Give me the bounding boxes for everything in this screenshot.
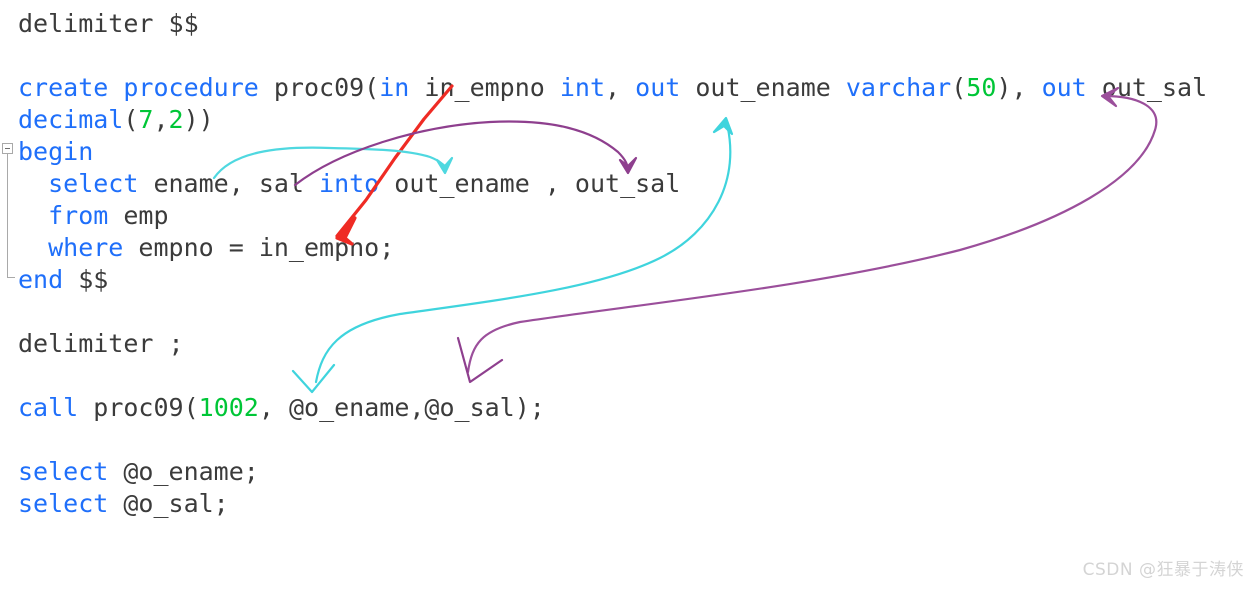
- code-token: ,: [153, 105, 169, 134]
- code-token: ename, sal: [138, 169, 320, 198]
- code-token: ),: [996, 73, 1042, 102]
- code-token: varchar: [845, 73, 952, 102]
- fold-stem-line: [7, 154, 8, 278]
- code-line[interactable]: decimal(7,2)): [18, 104, 214, 136]
- code-token: in_empno: [409, 73, 560, 102]
- code-screenshot: delimiter $$ create procedure proc09(in i…: [0, 0, 1258, 594]
- code-token: int: [559, 73, 606, 102]
- code-token: 7: [138, 105, 154, 134]
- code-token: from: [48, 201, 109, 230]
- code-token: decimal: [18, 105, 124, 134]
- code-line[interactable]: begin: [18, 136, 93, 168]
- code-line[interactable]: from emp: [48, 200, 168, 232]
- code-token: delimiter $$: [18, 9, 199, 38]
- code-token: end: [18, 265, 64, 294]
- code-line[interactable]: end $$: [18, 264, 108, 296]
- code-token: $$: [63, 265, 109, 294]
- code-token: @o_ename;: [108, 457, 259, 486]
- code-token: proc09(: [78, 393, 199, 422]
- code-token: out: [635, 73, 681, 102]
- code-token: out_sal: [1086, 73, 1208, 102]
- code-token: (: [951, 73, 967, 102]
- code-token: proc09(: [258, 73, 380, 102]
- code-token: 50: [966, 73, 997, 102]
- code-token: create procedure: [18, 73, 259, 102]
- code-token: where: [48, 233, 124, 262]
- code-token: out_ename , out_sal: [379, 169, 681, 198]
- fold-end-bracket: [7, 277, 15, 278]
- code-token: into: [319, 169, 380, 198]
- code-line[interactable]: select @o_ename;: [18, 456, 259, 488]
- code-line[interactable]: where empno = in_empno;: [48, 232, 394, 264]
- code-token: out: [1041, 73, 1087, 102]
- code-line[interactable]: delimiter ;: [18, 328, 184, 360]
- code-token: 1002: [198, 393, 259, 422]
- csdn-watermark: CSDN @狂暴于涛侠: [1082, 560, 1244, 580]
- code-token: call: [18, 393, 79, 422]
- code-token: ,: [605, 73, 636, 102]
- code-token: delimiter ;: [18, 329, 184, 358]
- code-token: , @o_ename,@o_sal);: [258, 393, 545, 422]
- code-token: begin: [18, 137, 94, 166]
- code-fold-gutter: [0, 138, 20, 298]
- code-token: out_ename: [680, 73, 846, 102]
- code-token: select: [18, 489, 109, 518]
- code-token: in: [379, 73, 410, 102]
- code-line[interactable]: call proc09(1002, @o_ename,@o_sal);: [18, 392, 545, 424]
- code-line[interactable]: delimiter $$: [18, 8, 199, 40]
- code-token: 2: [168, 105, 184, 134]
- fold-collapse-icon[interactable]: [2, 143, 13, 154]
- code-token: empno = in_empno;: [123, 233, 395, 262]
- code-token: select: [48, 169, 139, 198]
- code-token: (: [123, 105, 139, 134]
- code-token: )): [183, 105, 214, 134]
- code-line[interactable]: select ename, sal into out_ename , out_s…: [48, 168, 680, 200]
- code-line[interactable]: create procedure proc09(in in_empno int,…: [18, 72, 1207, 104]
- code-token: emp: [108, 201, 169, 230]
- code-token: @o_sal;: [108, 489, 229, 518]
- code-editor-text[interactable]: delimiter $$ create procedure proc09(in i…: [0, 0, 1258, 594]
- code-token: select: [18, 457, 109, 486]
- code-line[interactable]: select @o_sal;: [18, 488, 229, 520]
